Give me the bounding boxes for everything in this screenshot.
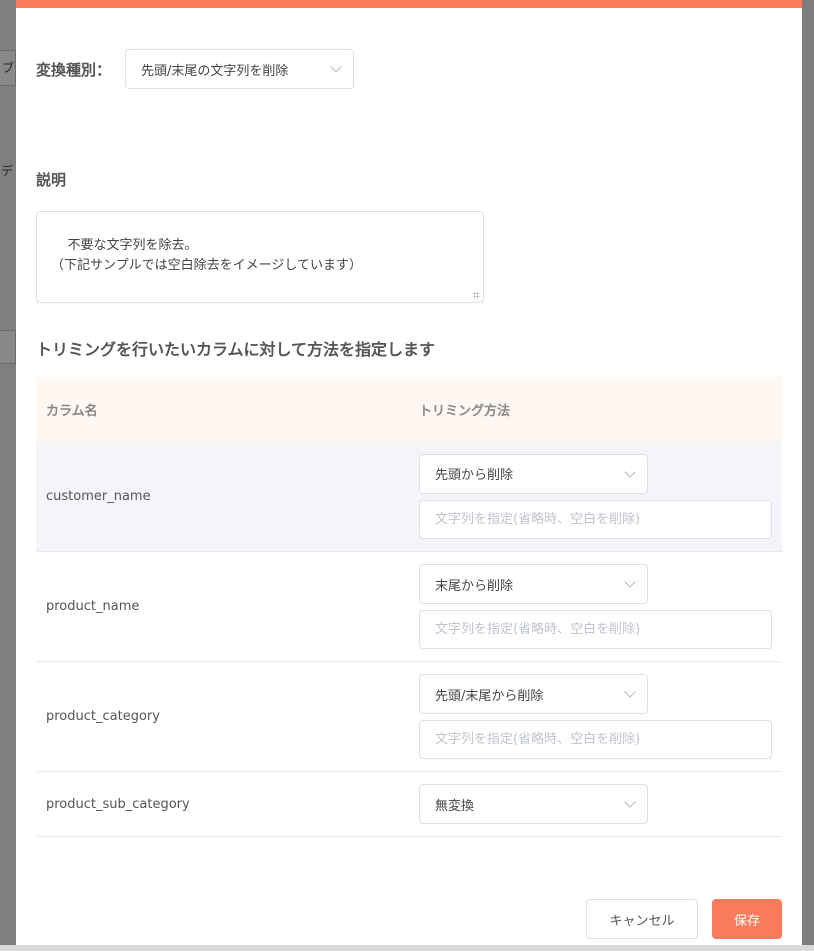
- chevron-down-icon: [330, 61, 342, 73]
- trim-method-value: 無変換: [435, 798, 475, 814]
- trim-string-input[interactable]: [419, 610, 772, 649]
- trim-method-select[interactable]: 先頭/末尾から削除: [419, 674, 648, 714]
- trim-method-value: 末尾から削除: [435, 578, 514, 594]
- background-button-fragment: ブ: [0, 50, 16, 86]
- save-button[interactable]: 保存: [712, 899, 782, 939]
- trim-settings-dialog: 変換種別： 先頭/末尾の文字列を削除 説明 不要な文字列を除去。 （下記サンプル…: [16, 0, 802, 945]
- column-header-name: カラム名: [46, 403, 98, 419]
- conversion-type-label: 変換種別：: [36, 60, 112, 79]
- page-bottom-edge: [0, 945, 814, 951]
- chevron-down-icon: [624, 796, 636, 808]
- background-box-fragment: [0, 330, 16, 364]
- page-scrollbar[interactable]: [802, 0, 814, 951]
- description-textarea[interactable]: 不要な文字列を除去。 （下記サンプルでは空白除去をイメージしています）: [36, 211, 484, 303]
- table-row: product_name 末尾から削除: [36, 552, 782, 662]
- table-row: product_sub_category 無変換: [36, 772, 782, 837]
- section-title: トリミングを行いたいカラムに対して方法を指定します: [36, 340, 436, 359]
- method-cell: 先頭/末尾から削除: [410, 662, 772, 771]
- column-name: product_category: [46, 709, 160, 724]
- chevron-down-icon: [624, 686, 636, 698]
- conversion-type-row: 変換種別： 先頭/末尾の文字列を削除: [36, 49, 354, 89]
- trim-string-input[interactable]: [419, 720, 772, 759]
- trim-method-select[interactable]: 先頭から削除: [419, 453, 648, 494]
- resize-handle-icon[interactable]: [473, 292, 480, 299]
- table-row: product_category 先頭/末尾から削除: [36, 662, 782, 772]
- trim-method-select[interactable]: 無変換: [419, 784, 648, 824]
- column-name: product_name: [46, 599, 140, 614]
- description-title: 説明: [36, 171, 67, 189]
- description-text: 不要な文字列を除去。 （下記サンプルでは空白除去をイメージしています）: [51, 238, 362, 273]
- method-cell: 末尾から削除: [410, 552, 772, 661]
- column-name: customer_name: [46, 488, 151, 504]
- cancel-button[interactable]: キャンセル: [586, 899, 698, 939]
- column-header-method: トリミング方法: [419, 403, 511, 419]
- conversion-type-value: 先頭/末尾の文字列を削除: [141, 63, 289, 79]
- chevron-down-icon: [624, 576, 636, 588]
- table-header: カラム名 トリミング方法: [36, 377, 782, 441]
- trim-method-value: 先頭から削除: [435, 468, 514, 483]
- trim-string-input[interactable]: [419, 499, 772, 539]
- method-cell: 先頭から削除: [410, 442, 772, 551]
- method-cell: 無変換: [410, 784, 648, 824]
- table-row: customer_name 先頭から削除: [36, 441, 782, 552]
- trim-table: カラム名 トリミング方法 customer_name 先頭から削除 produc…: [36, 377, 782, 837]
- background-text-fragment: デ: [1, 164, 14, 178]
- conversion-type-select[interactable]: 先頭/末尾の文字列を削除: [125, 49, 354, 89]
- chevron-down-icon: [624, 465, 636, 478]
- trim-method-select[interactable]: 末尾から削除: [419, 564, 648, 604]
- trim-method-value: 先頭/末尾から削除: [435, 688, 544, 704]
- column-name: product_sub_category: [46, 796, 190, 812]
- background-page: ブ デ: [0, 0, 16, 951]
